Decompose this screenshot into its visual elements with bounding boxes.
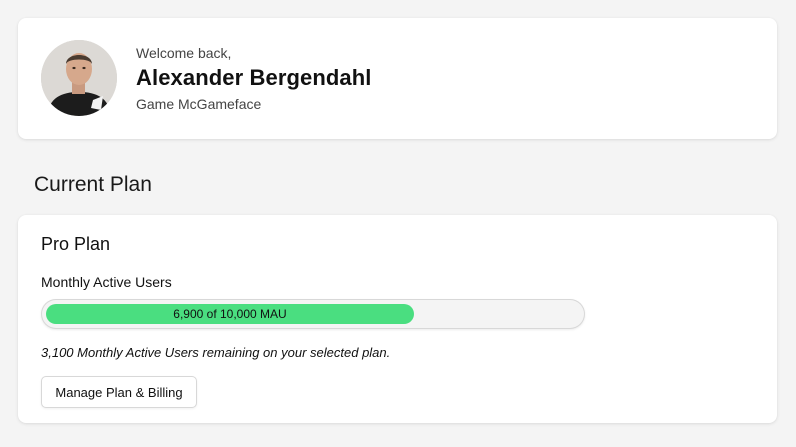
plan-name: Pro Plan [41,234,111,254]
avatar-photo [41,40,117,116]
profile-card: Welcome back, Alexander Bergendahl Game … [18,18,777,139]
organization-name: Game McGameface [136,96,262,112]
mau-progress-bar: 6,900 of 10,000 MAU [41,299,585,329]
avatar [41,40,117,116]
remaining-note: 3,100 Monthly Active Users remaining on … [41,345,391,360]
section-title: Current Plan [34,173,152,196]
user-name: Alexander Bergendahl [136,65,372,90]
mau-progress-text: 6,900 of 10,000 MAU [173,307,287,321]
plan-card: Pro Plan Monthly Active Users 6,900 of 1… [18,215,777,423]
welcome-text: Welcome back, [136,45,232,61]
metric-label: Monthly Active Users [41,274,172,290]
manage-plan-billing-button[interactable]: Manage Plan & Billing [41,376,197,408]
